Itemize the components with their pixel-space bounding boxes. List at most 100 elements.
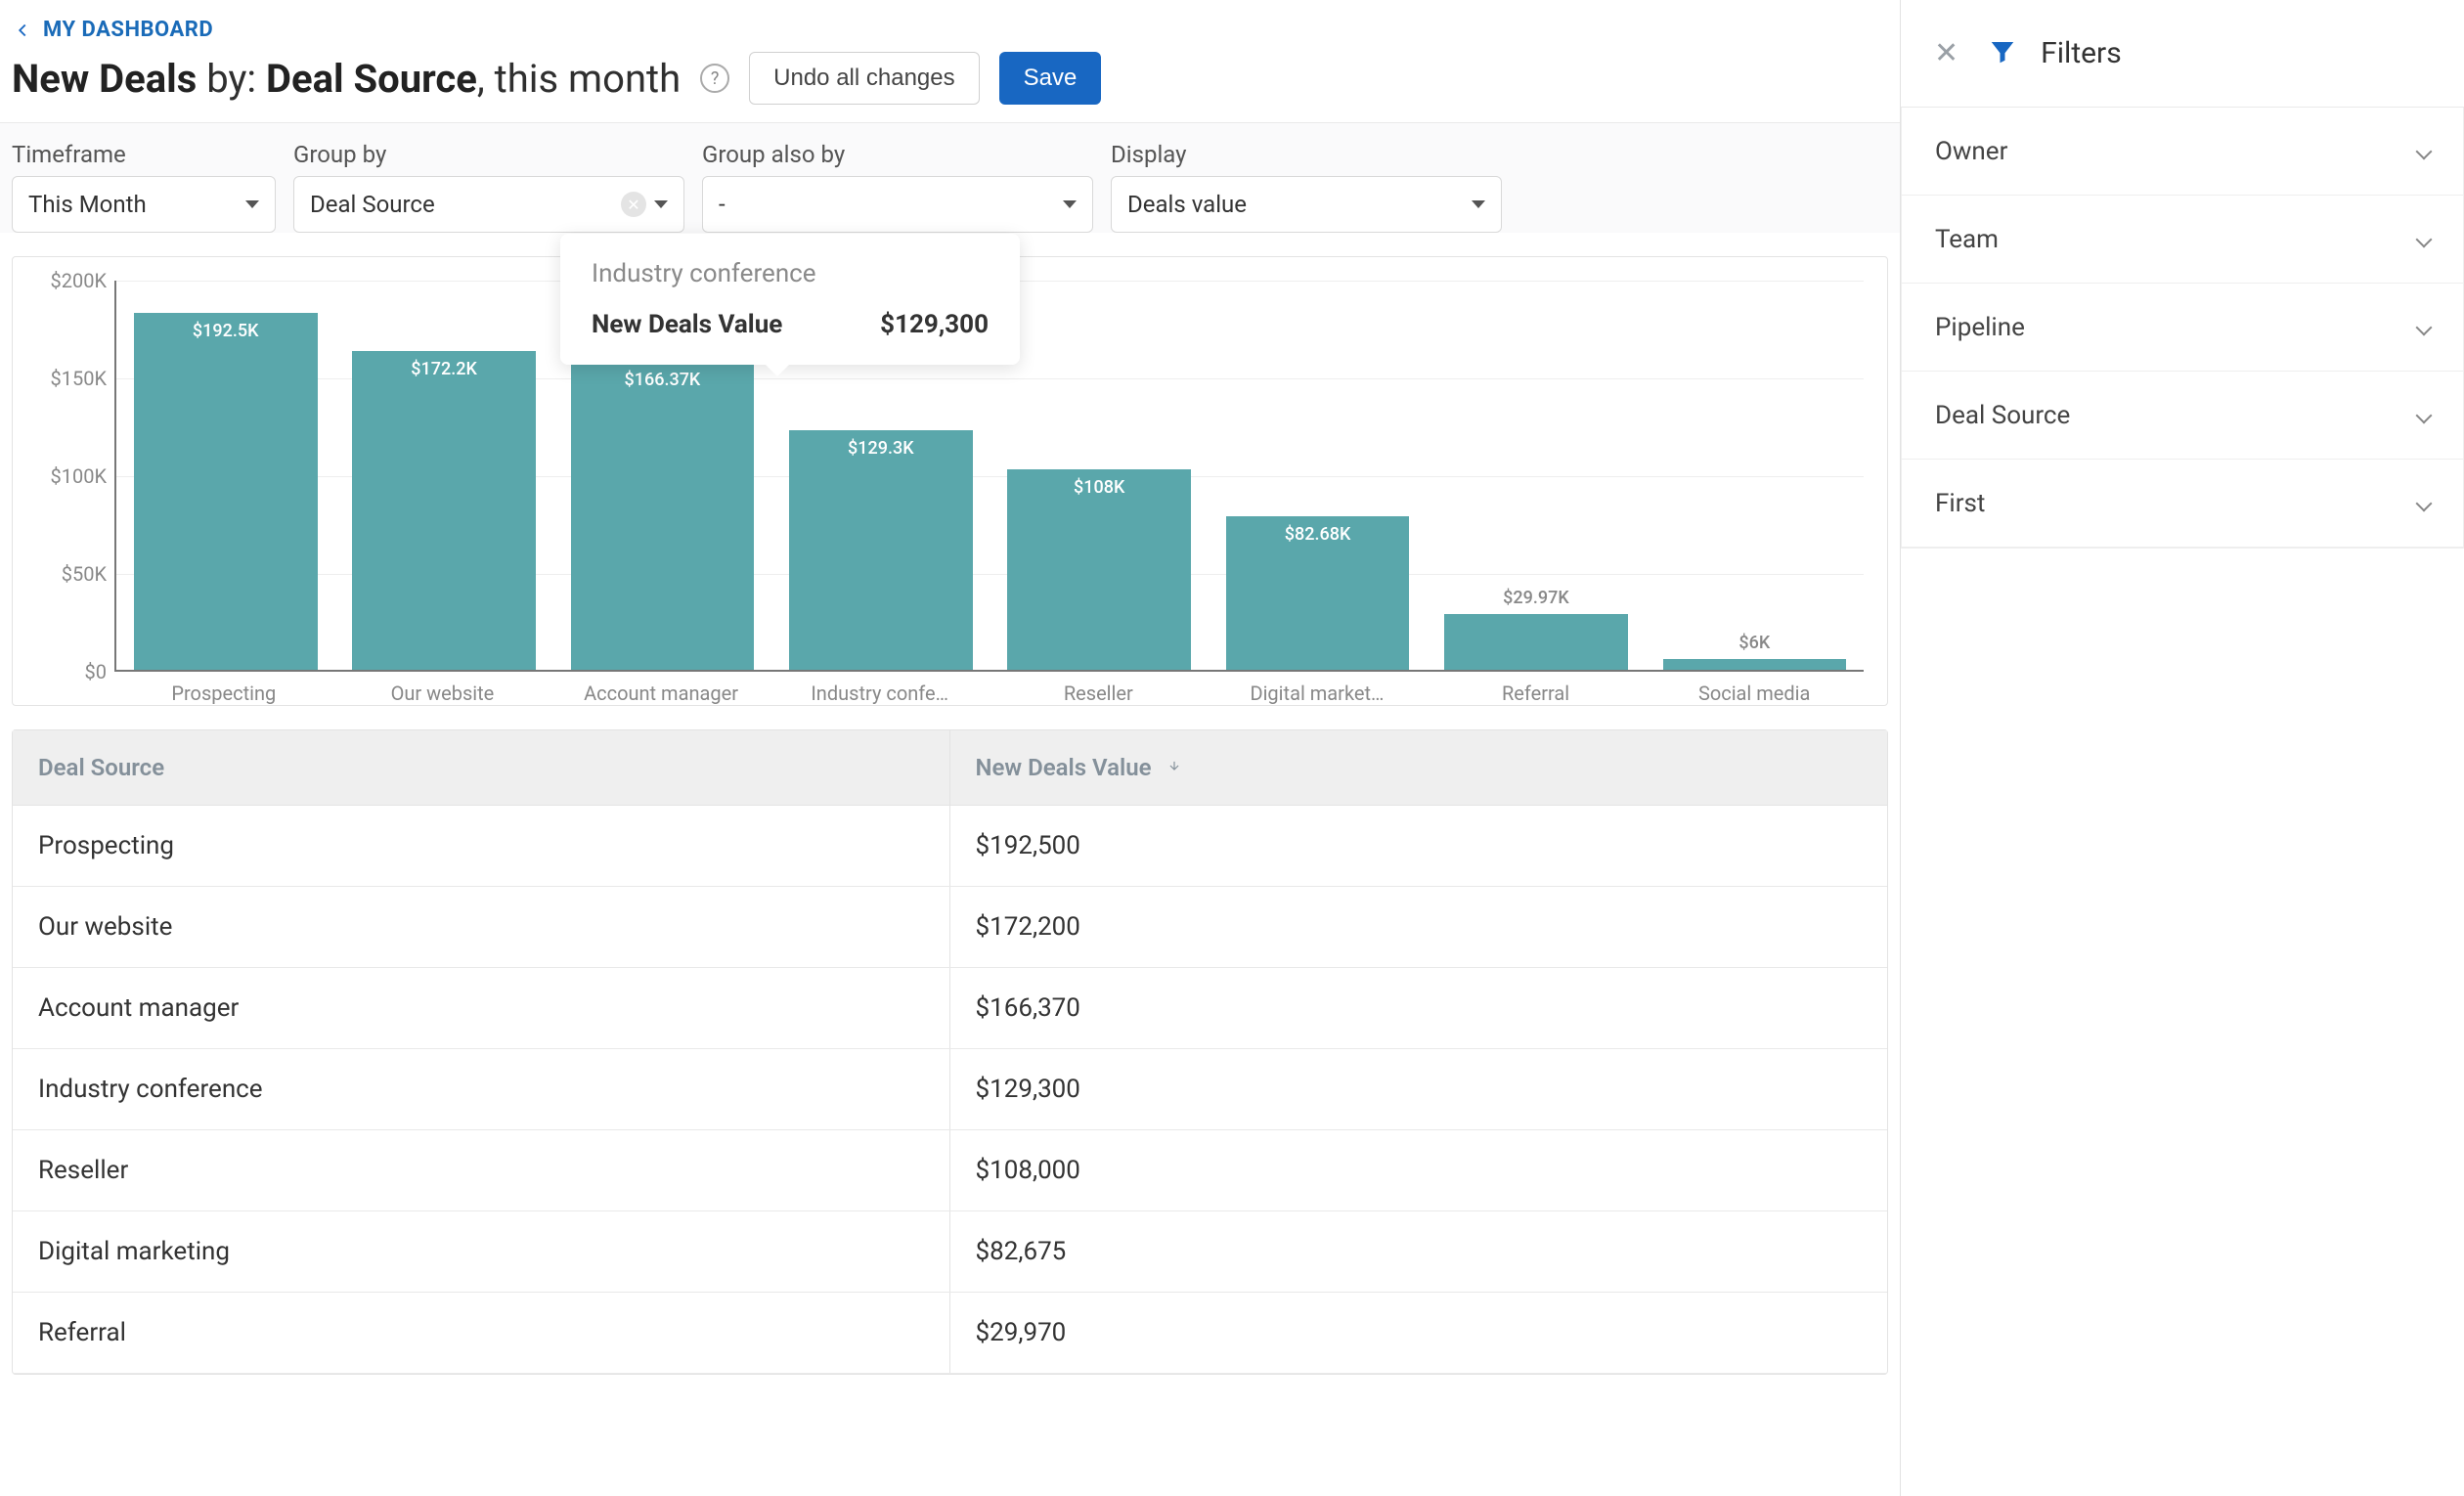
filter-item[interactable]: Pipeline	[1902, 284, 2463, 372]
table-row[interactable]: Reseller$108,000	[13, 1130, 1887, 1211]
y-tick: $50K	[62, 562, 107, 586]
groupby-select[interactable]: Deal Source ✕	[293, 176, 684, 233]
filter-item[interactable]: Team	[1902, 196, 2463, 284]
bar[interactable]: $108K	[1007, 469, 1191, 670]
table-row[interactable]: Our website$172,200	[13, 887, 1887, 968]
col-deal-source[interactable]: Deal Source	[13, 730, 950, 805]
close-icon[interactable]: ✕	[1934, 36, 1958, 70]
y-tick: $100K	[50, 464, 107, 488]
filter-item-label: Owner	[1935, 137, 2007, 166]
chevron-down-icon	[2416, 407, 2433, 423]
bar-col[interactable]: $172.2K	[334, 281, 552, 670]
cell-source: Referral	[13, 1293, 950, 1373]
controls-bar: Timeframe This Month Group by Deal Sourc…	[0, 123, 1900, 233]
x-label: Referral	[1427, 672, 1646, 705]
y-axis: $0$50K$100K$150K$200K	[36, 281, 114, 672]
y-tick: $0	[85, 660, 107, 683]
bar-value-label: $172.2K	[352, 359, 536, 379]
table-body: Prospecting$192,500Our website$172,200Ac…	[13, 806, 1887, 1374]
cell-value: $172,200	[950, 887, 1888, 967]
tooltip-metric-label: New Deals Value	[592, 310, 782, 339]
back-arrow-icon[interactable]	[12, 20, 33, 41]
bar[interactable]: $29.97K	[1444, 614, 1628, 670]
undo-button[interactable]: Undo all changes	[749, 52, 979, 105]
table-row[interactable]: Industry conference$129,300	[13, 1049, 1887, 1130]
cell-source: Reseller	[13, 1130, 950, 1210]
tooltip-category: Industry conference	[592, 259, 989, 288]
x-label: Account manager	[551, 672, 770, 705]
clear-icon[interactable]: ✕	[621, 192, 646, 217]
bar[interactable]: $82.68K	[1226, 516, 1410, 670]
timeframe-select[interactable]: This Month	[12, 176, 276, 233]
chart-card: $0$50K$100K$150K$200K $192.5K$172.2K$166…	[12, 256, 1888, 706]
bar[interactable]: $166.37K	[571, 362, 755, 670]
filter-item[interactable]: Deal Source	[1902, 372, 2463, 460]
bar-value-label: $108K	[1007, 477, 1191, 498]
bar[interactable]: $6K	[1663, 659, 1847, 670]
bar-value-label: $129.3K	[789, 438, 973, 459]
bar-value-label: $82.68K	[1226, 524, 1410, 545]
timeframe-label: Timeframe	[12, 141, 276, 168]
title-metric: New Deals	[12, 56, 197, 102]
header: MY DASHBOARD New Deals by: Deal Source, …	[0, 0, 1900, 123]
table-row[interactable]: Digital marketing$82,675	[13, 1211, 1887, 1293]
cell-source: Digital marketing	[13, 1211, 950, 1292]
save-button[interactable]: Save	[999, 52, 1102, 105]
bar-col[interactable]: $82.68K	[1209, 281, 1427, 670]
display-select[interactable]: Deals value	[1111, 176, 1502, 233]
chevron-down-icon	[1063, 200, 1077, 208]
bar-value-label: $192.5K	[134, 321, 318, 341]
filters-title: Filters	[2041, 36, 2122, 70]
table-row[interactable]: Account manager$166,370	[13, 968, 1887, 1049]
cell-value: $29,970	[950, 1293, 1888, 1373]
filter-item-label: First	[1935, 489, 1985, 518]
bar-col[interactable]: $192.5K	[116, 281, 334, 670]
x-label: Social media	[1645, 672, 1864, 705]
cell-source: Prospecting	[13, 806, 950, 886]
x-label: Reseller	[990, 672, 1209, 705]
cell-source: Account manager	[13, 968, 950, 1048]
bar-col[interactable]: $29.97K	[1427, 281, 1645, 670]
chevron-down-icon	[2416, 319, 2433, 335]
filters-panel: ✕ Filters Owner TeamPipeline Deal Source Fi…	[1901, 0, 2464, 1496]
filter-item[interactable]: Owner	[1902, 108, 2463, 196]
bar[interactable]: $129.3K	[789, 430, 973, 670]
help-icon[interactable]: ?	[700, 64, 729, 93]
chevron-down-icon	[245, 200, 259, 208]
x-label: Our website	[333, 672, 552, 705]
y-tick: $150K	[50, 367, 107, 390]
bar-value-label: $6K	[1663, 633, 1847, 653]
filter-item[interactable]: First	[1902, 460, 2463, 548]
bar[interactable]: $172.2K	[352, 351, 536, 670]
display-label: Display	[1111, 141, 1502, 168]
breadcrumb[interactable]: MY DASHBOARD	[12, 18, 1888, 42]
groupby-value: Deal Source	[310, 191, 435, 218]
groupalso-select[interactable]: -	[702, 176, 1093, 233]
x-label: Prospecting	[114, 672, 333, 705]
title-by: by:	[206, 56, 256, 102]
x-label: Digital market…	[1208, 672, 1427, 705]
breadcrumb-label[interactable]: MY DASHBOARD	[43, 18, 213, 42]
cell-value: $108,000	[950, 1130, 1888, 1210]
timeframe-value: This Month	[28, 191, 147, 218]
title-suffix: , this month	[477, 56, 681, 102]
tooltip-metric-value: $129,300	[880, 310, 989, 339]
groupalso-value: -	[719, 191, 726, 218]
col-new-deals-value[interactable]: New Deals Value	[950, 730, 1888, 805]
bar-value-label: $29.97K	[1444, 588, 1628, 608]
bar[interactable]: $192.5K	[134, 313, 318, 670]
groupalso-label: Group also by	[702, 141, 1093, 168]
groupby-label: Group by	[293, 141, 684, 168]
table-row[interactable]: Referral$29,970	[13, 1293, 1887, 1374]
chevron-down-icon	[1472, 200, 1485, 208]
title-group: Deal Source	[266, 56, 477, 102]
filter-item-label: Deal Source	[1935, 401, 2070, 430]
filter-icon	[1988, 37, 2017, 70]
bar-value-label: $166.37K	[571, 370, 755, 390]
display-value: Deals value	[1127, 191, 1247, 218]
bar-col[interactable]: $6K	[1646, 281, 1864, 670]
table-row[interactable]: Prospecting$192,500	[13, 806, 1887, 887]
bar-col[interactable]: $108K	[990, 281, 1209, 670]
data-table: Deal Source New Deals Value Prospecting$…	[12, 729, 1888, 1375]
x-label: Industry confe…	[770, 672, 990, 705]
